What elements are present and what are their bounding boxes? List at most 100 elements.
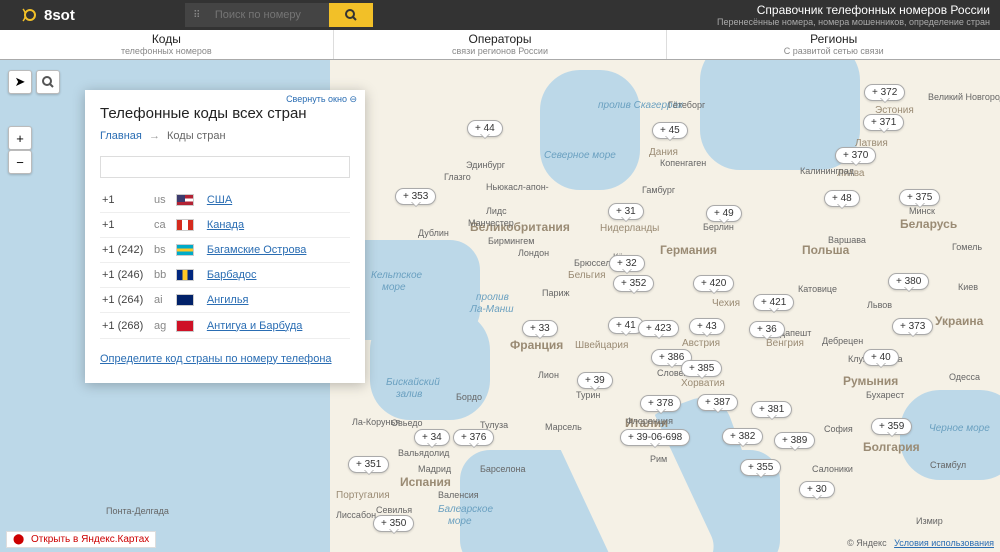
map-pin[interactable]: + 36 bbox=[749, 321, 785, 338]
map-pin[interactable]: + 380 bbox=[888, 273, 929, 290]
map-pin[interactable]: + 351 bbox=[348, 456, 389, 473]
table-row[interactable]: +1 (242)bsБагамские Острова bbox=[100, 238, 350, 263]
map-pin[interactable]: + 31 bbox=[608, 203, 644, 220]
map-viewport[interactable]: Северное мореАтлантический океанпролив С… bbox=[0, 60, 1000, 552]
map-pin[interactable]: + 389 bbox=[774, 432, 815, 449]
table-row[interactable]: +1caКанада bbox=[100, 213, 350, 238]
map-pin[interactable]: + 378 bbox=[640, 395, 681, 412]
flag-icon bbox=[176, 269, 194, 281]
row-flag bbox=[174, 188, 205, 213]
sea-label: Кельтское bbox=[371, 270, 422, 281]
country-link[interactable]: Канада bbox=[207, 219, 244, 231]
city-label: Киев bbox=[958, 282, 978, 292]
country-link[interactable]: Барбадос bbox=[207, 269, 257, 281]
table-row[interactable]: +1 (268)ag Антигуа и Барбуда bbox=[100, 313, 350, 338]
breadcrumb-current: Коды стран bbox=[167, 130, 226, 142]
zoom-in-button[interactable]: + bbox=[8, 126, 32, 150]
map-pin[interactable]: + 33 bbox=[522, 320, 558, 337]
map-pin[interactable]: + 385 bbox=[681, 360, 722, 377]
map-pin[interactable]: + 43 bbox=[689, 318, 725, 335]
map-pin[interactable]: + 350 bbox=[373, 515, 414, 532]
map-search-button[interactable] bbox=[36, 70, 60, 94]
map-pin[interactable]: + 44 bbox=[467, 120, 503, 137]
table-row[interactable]: +1usСША bbox=[100, 188, 350, 213]
map-pin[interactable]: + 372 bbox=[864, 84, 905, 101]
map-pin[interactable]: + 352 bbox=[613, 275, 654, 292]
country-label: Польша bbox=[802, 243, 849, 257]
city-label: Бухарест bbox=[866, 390, 904, 400]
sea-label: пролив bbox=[476, 292, 509, 303]
flag-icon bbox=[176, 194, 194, 206]
map-pin[interactable]: + 423 bbox=[638, 320, 679, 337]
country-link[interactable]: Багамские Острова bbox=[207, 244, 307, 256]
panel-footer-link[interactable]: Определите код страны по номеру телефона bbox=[100, 353, 332, 365]
row-code: +1 bbox=[100, 188, 152, 213]
map-pin[interactable]: + 381 bbox=[751, 401, 792, 418]
keypad-icon[interactable]: ⠿ bbox=[185, 3, 209, 27]
sea-label: Бискайский bbox=[386, 377, 440, 388]
map-pin[interactable]: + 34 bbox=[414, 429, 450, 446]
open-in-yandex-maps[interactable]: ⬤ Открыть в Яндекс.Картах bbox=[6, 531, 156, 548]
map-pin[interactable]: + 32 bbox=[609, 255, 645, 272]
nav-regions[interactable]: Регионы С развитой сетью связи bbox=[667, 30, 1000, 59]
row-code: +1 (268) bbox=[100, 313, 152, 338]
table-row[interactable]: +1 (264)aiАнгилья bbox=[100, 288, 350, 313]
map-pin[interactable]: + 45 bbox=[652, 122, 688, 139]
country-label: Германия bbox=[660, 243, 717, 257]
search-icon bbox=[345, 9, 357, 21]
map-pin[interactable]: + 359 bbox=[871, 418, 912, 435]
map-pin[interactable]: + 39 bbox=[577, 372, 613, 389]
city-label: Дебрецен bbox=[822, 336, 863, 346]
breadcrumb-home[interactable]: Главная bbox=[100, 130, 142, 142]
city-label: Стамбул bbox=[930, 460, 966, 470]
row-flag bbox=[174, 288, 205, 313]
map-pin[interactable]: + 382 bbox=[722, 428, 763, 445]
panel-collapse-link[interactable]: Свернуть окно ⊖ bbox=[286, 94, 357, 105]
map-pin[interactable]: + 371 bbox=[863, 114, 904, 131]
attribution-terms-link[interactable]: Условия использования bbox=[894, 538, 994, 548]
map-pin[interactable]: + 353 bbox=[395, 188, 436, 205]
plus-icon: + bbox=[16, 131, 24, 146]
row-iso: ag bbox=[152, 313, 174, 338]
nav-operators[interactable]: Операторы связи регионов России bbox=[334, 30, 668, 59]
search-input[interactable] bbox=[209, 3, 329, 27]
country-link[interactable]: США bbox=[207, 194, 232, 206]
map-pin[interactable]: + 48 bbox=[824, 190, 860, 207]
yandex-pin-icon: ⬤ bbox=[13, 534, 24, 545]
city-label: Вальядолид bbox=[398, 448, 449, 458]
city-label: Дублин bbox=[418, 228, 449, 238]
map-pin[interactable]: + 421 bbox=[753, 294, 794, 311]
search-bar: ⠿ bbox=[185, 3, 373, 27]
map-pin[interactable]: + 39-06-698 bbox=[620, 429, 690, 446]
map-pin[interactable]: + 355 bbox=[740, 459, 781, 476]
map-pin[interactable]: + 376 bbox=[453, 429, 494, 446]
search-button[interactable] bbox=[329, 3, 373, 27]
city-label: Мадрид bbox=[418, 464, 451, 474]
map-pin[interactable]: + 375 bbox=[899, 189, 940, 206]
map-pin[interactable]: + 40 bbox=[863, 349, 899, 366]
map-pin[interactable]: + 387 bbox=[697, 394, 738, 411]
row-flag bbox=[174, 238, 205, 263]
zoom-out-button[interactable]: − bbox=[8, 150, 32, 174]
country-link[interactable]: Ангилья bbox=[207, 294, 249, 306]
city-label: Измир bbox=[916, 516, 943, 526]
city-label: Лиссабон bbox=[336, 510, 376, 520]
table-row[interactable]: +1 (246)bbБарбадос bbox=[100, 263, 350, 288]
map-pin[interactable]: + 373 bbox=[892, 318, 933, 335]
panel-filter-input[interactable] bbox=[100, 156, 350, 178]
city-label: Рим bbox=[650, 454, 667, 464]
map-pin[interactable]: + 370 bbox=[835, 147, 876, 164]
locate-button[interactable]: ➤ bbox=[8, 70, 32, 94]
map-pin[interactable]: + 30 bbox=[799, 481, 835, 498]
logo[interactable]: 8sot bbox=[20, 5, 75, 25]
row-country: Антигуа и Барбуда bbox=[205, 313, 350, 338]
country-link[interactable]: Антигуа и Барбуда bbox=[207, 320, 303, 332]
map-pin[interactable]: + 49 bbox=[706, 205, 742, 222]
city-label: Катовице bbox=[798, 284, 837, 294]
breadcrumb: Главная → Коды стран bbox=[100, 130, 350, 142]
country-label: Болгария bbox=[863, 440, 920, 454]
city-label: Ньюкасл-апон- bbox=[486, 182, 549, 192]
nav-codes[interactable]: Коды телефонных номеров bbox=[0, 30, 334, 59]
nav-sub: С развитой сетью связи bbox=[667, 46, 1000, 56]
map-pin[interactable]: + 420 bbox=[693, 275, 734, 292]
